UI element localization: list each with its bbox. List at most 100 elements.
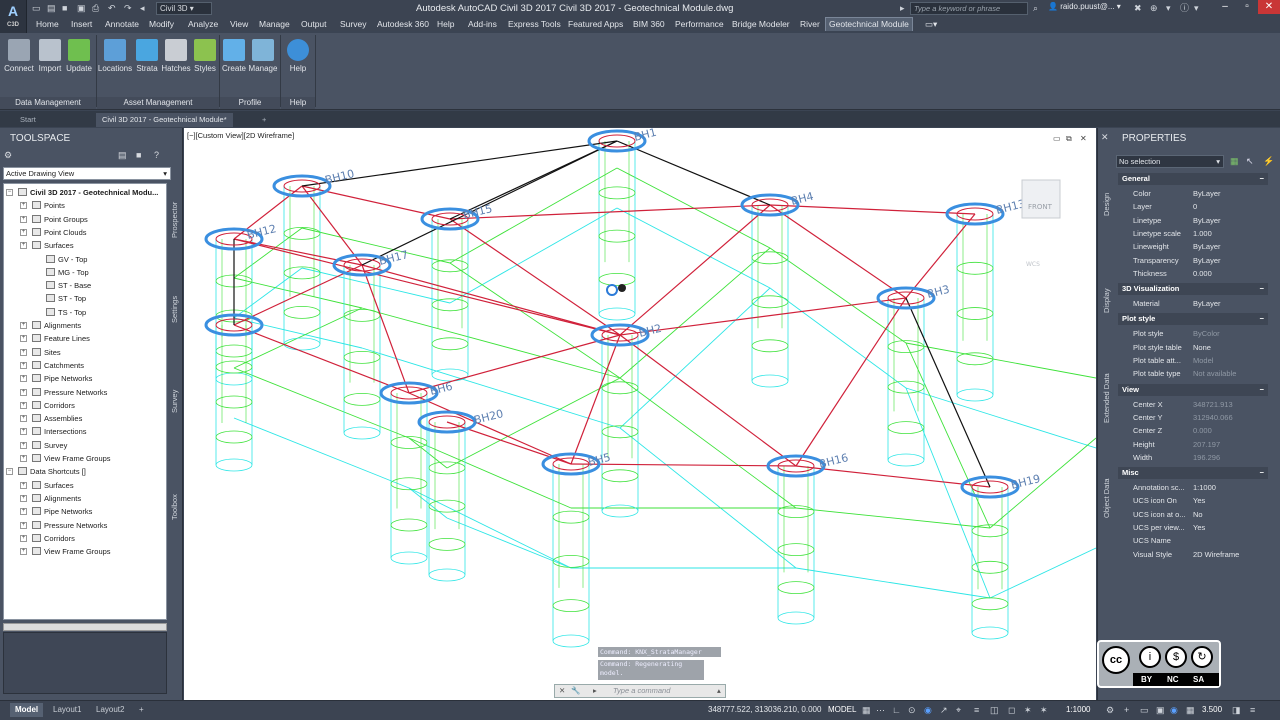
tree-item[interactable]: Pipe Networks: [32, 372, 92, 385]
property-value[interactable]: ByLayer: [1193, 297, 1221, 310]
tree-item[interactable]: MG - Top: [46, 266, 89, 279]
property-row[interactable]: Linetype scale 1.000: [1118, 227, 1268, 240]
command-close-icon[interactable]: ✕: [559, 685, 565, 697]
property-row[interactable]: Plot table type Not available: [1118, 367, 1268, 380]
property-row[interactable]: UCS per view... Yes: [1118, 521, 1268, 534]
viewcube[interactable]: FRONT WCS: [1021, 179, 1061, 268]
help-circle-icon[interactable]: ⓘ: [1180, 2, 1189, 15]
tab-survey[interactable]: Survey: [170, 383, 182, 413]
collapse-icon[interactable]: −: [1260, 173, 1264, 185]
tree-item[interactable]: ST - Top: [46, 292, 86, 305]
search-icon[interactable]: ⌕: [1033, 2, 1038, 15]
tree-item[interactable]: View Frame Groups: [32, 452, 111, 465]
tree-expander[interactable]: −: [6, 468, 13, 476]
property-row[interactable]: Plot style ByColor: [1118, 327, 1268, 340]
add-layout-button[interactable]: +: [134, 703, 149, 717]
property-row[interactable]: UCS icon On Yes: [1118, 494, 1268, 507]
polar-icon[interactable]: ⊙: [908, 705, 916, 716]
a360-icon[interactable]: ⊕: [1150, 2, 1158, 15]
selection-select[interactable]: No selection ▾: [1116, 155, 1224, 168]
exchange-icon[interactable]: ✖: [1134, 2, 1142, 15]
property-value[interactable]: ByColor: [1193, 327, 1220, 340]
lineweight-icon[interactable]: ≡: [974, 705, 979, 715]
property-section-header[interactable]: 3D Visualization −: [1118, 283, 1268, 296]
property-value[interactable]: Yes: [1193, 521, 1205, 534]
property-section-header[interactable]: Plot style −: [1118, 313, 1268, 326]
tab-insert[interactable]: Insert: [71, 17, 92, 31]
command-history-icon[interactable]: ▴: [717, 685, 721, 697]
tab-model[interactable]: Model: [10, 703, 44, 717]
tree-expander[interactable]: +: [20, 228, 27, 236]
tree-item[interactable]: Feature Lines: [32, 332, 90, 345]
item-view-icon[interactable]: ■: [136, 150, 141, 160]
snap-icon[interactable]: ⋯: [876, 705, 885, 716]
tree-expander[interactable]: +: [20, 521, 27, 529]
property-row[interactable]: Material ByLayer: [1118, 297, 1268, 310]
tab-extended-data[interactable]: Extended Data: [1102, 368, 1114, 423]
application-menu-button[interactable]: A C3D: [0, 0, 27, 33]
tab-annotate[interactable]: Annotate: [105, 17, 139, 31]
property-row[interactable]: Visual Style 2D Wireframe: [1118, 548, 1268, 561]
tab-layout1[interactable]: Layout1: [48, 703, 86, 717]
create-button[interactable]: Create: [221, 39, 247, 87]
property-value[interactable]: Yes: [1193, 494, 1205, 507]
auto-scale-icon[interactable]: ✶: [1040, 705, 1048, 716]
property-row[interactable]: Linetype ByLayer: [1118, 214, 1268, 227]
open-icon[interactable]: ▤: [47, 2, 56, 15]
tree-item[interactable]: Point Groups: [32, 213, 88, 226]
tab-home[interactable]: Home: [36, 17, 59, 31]
property-value[interactable]: ByLayer: [1193, 240, 1221, 253]
tree-expander[interactable]: +: [20, 202, 27, 210]
property-value[interactable]: 312940.066: [1193, 411, 1233, 424]
tree-expander[interactable]: +: [20, 534, 27, 542]
quick-select-icon[interactable]: ⚡: [1263, 156, 1274, 167]
redo-icon[interactable]: ↷: [124, 2, 132, 15]
tree-expander[interactable]: +: [20, 441, 27, 449]
tab-geotechnical-module[interactable]: Geotechnical Module: [825, 17, 913, 31]
osnap-icon[interactable]: ⌖: [956, 705, 961, 716]
tab-survey[interactable]: Survey: [340, 17, 366, 31]
tab-featured-apps[interactable]: Featured Apps: [568, 17, 623, 31]
isolate-objects-icon[interactable]: ◉: [1170, 705, 1178, 716]
transparency-icon[interactable]: ◫: [990, 705, 999, 716]
toggle-pickadd-icon[interactable]: ▦: [1230, 156, 1239, 167]
property-value[interactable]: ByLayer: [1193, 214, 1221, 227]
property-value[interactable]: 1.000: [1193, 227, 1212, 240]
maximize-button[interactable]: ▫: [1236, 0, 1258, 14]
tree-item[interactable]: Pressure Networks: [32, 386, 107, 399]
tree-item[interactable]: TS - Top: [46, 306, 86, 319]
property-row[interactable]: Height 207.197: [1118, 438, 1268, 451]
tab-autodesk-360[interactable]: Autodesk 360: [377, 17, 429, 31]
osnap-tracking-icon[interactable]: ↗: [940, 705, 948, 716]
property-value[interactable]: Model: [1193, 354, 1213, 367]
user-account[interactable]: 👤 raido.puust@... ▾: [1048, 2, 1121, 11]
tree-expander[interactable]: +: [20, 494, 27, 502]
tree-expander[interactable]: +: [20, 348, 27, 356]
tree-item[interactable]: Points: [32, 199, 65, 212]
drawing-viewport[interactable]: [−][Custom View][2D Wireframe] ▭ ⧉ ✕ BH1…: [184, 128, 1096, 700]
new-tab-button[interactable]: +: [256, 113, 272, 127]
tab-help[interactable]: Help: [437, 17, 454, 31]
property-section-header[interactable]: View −: [1118, 383, 1268, 396]
property-row[interactable]: Annotation sc... 1:1000: [1118, 481, 1268, 494]
elevation-value[interactable]: 3.500: [1202, 705, 1222, 714]
tab-design[interactable]: Design: [1102, 186, 1114, 216]
tab-prospector[interactable]: Prospector: [170, 178, 182, 238]
property-row[interactable]: UCS Name: [1118, 534, 1268, 547]
command-input[interactable]: Type a command: [613, 685, 670, 697]
share-icon[interactable]: ◂: [140, 2, 145, 15]
tree-expander[interactable]: +: [20, 401, 27, 409]
tree-item[interactable]: Data Shortcuts []: [18, 465, 86, 478]
tab-river[interactable]: River: [800, 17, 820, 31]
manage-button[interactable]: Manage: [248, 39, 278, 87]
tree-expander[interactable]: +: [20, 322, 27, 329]
tab-analyze[interactable]: Analyze: [188, 17, 218, 31]
tree-expander[interactable]: +: [20, 388, 27, 396]
isodraft-icon[interactable]: ◉: [924, 705, 932, 716]
property-value[interactable]: 0.000: [1193, 267, 1212, 280]
ribbon-options-icon[interactable]: ▭▾: [925, 17, 937, 31]
tab-output[interactable]: Output: [301, 17, 327, 31]
panel-close-icon[interactable]: ✕: [1101, 132, 1109, 143]
tab-bridge-modeler[interactable]: Bridge Modeler: [732, 17, 790, 31]
tree-expander[interactable]: +: [20, 361, 27, 369]
